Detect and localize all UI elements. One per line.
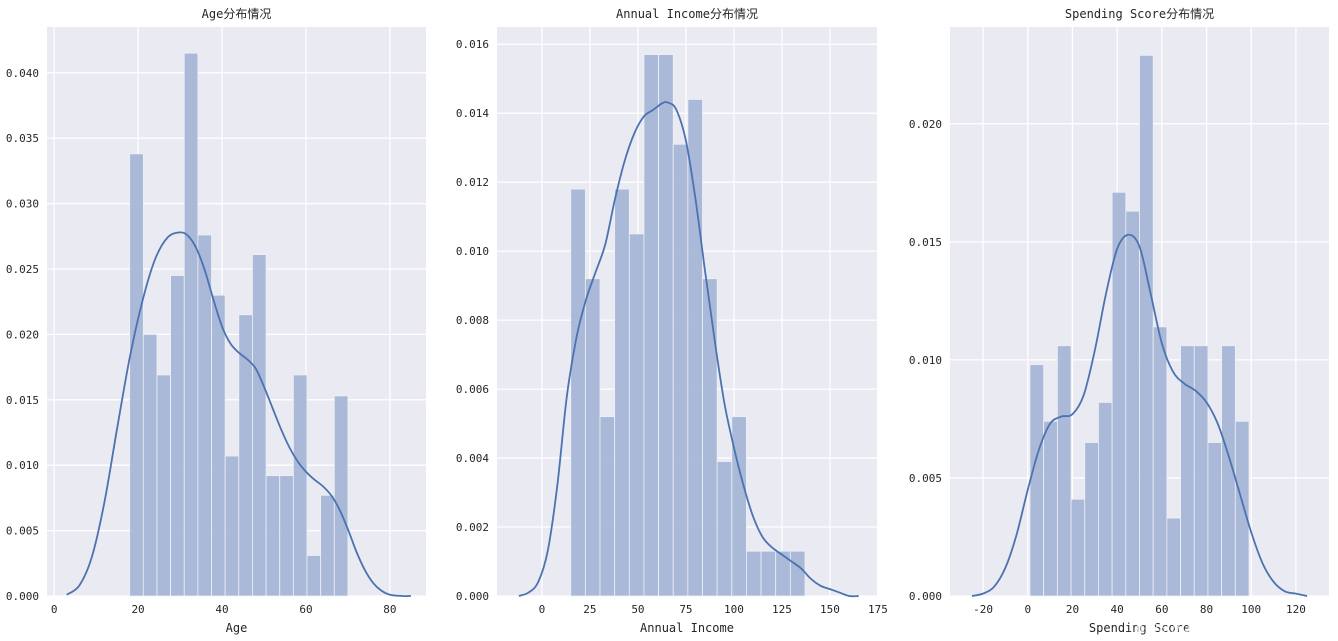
- histogram-bar: [1043, 420, 1058, 597]
- subplot-2: 0 25 50 75 100 125 150 175 0.000 0.002 0.004 0.006 0…: [456, 7, 888, 635]
- histogram-bar: [252, 254, 267, 597]
- histogram-bar: [129, 153, 144, 597]
- histogram-bar: [170, 275, 185, 597]
- histogram-bar: [599, 416, 616, 597]
- histogram-bar: [1029, 364, 1045, 597]
- y-tick-label: 0.016: [456, 38, 489, 51]
- x-tick-label: 0: [1024, 603, 1031, 616]
- histogram-bar: [1234, 420, 1250, 597]
- histogram-bar: [775, 550, 791, 597]
- x-axis-label: Annual Income: [640, 621, 734, 635]
- histogram-bar: [1098, 401, 1113, 597]
- y-tick-label: 0.020: [909, 118, 942, 131]
- x-tick-label: -20: [973, 603, 993, 616]
- x-tick-label: 80: [383, 603, 396, 616]
- y-tick-label: 0.010: [6, 459, 39, 472]
- y-tick-label: 0.012: [456, 176, 489, 189]
- histogram-bar: [333, 395, 349, 597]
- figure: 0 20 40 60 80 0.000 0.005 0.010 0.015 0.020 0.025 0…: [6, 7, 1338, 636]
- chart-title: Age分布情况: [202, 7, 272, 21]
- histogram-bar: [156, 374, 172, 597]
- x-tick-label: 40: [215, 603, 228, 616]
- x-axis-label: Age: [226, 621, 248, 635]
- histogram-bar: [211, 294, 226, 597]
- x-tick-label: 100: [1241, 603, 1261, 616]
- histogram-bar: [746, 550, 762, 597]
- y-tick-label: 0.025: [6, 263, 39, 276]
- y-tick-label: 0.002: [456, 521, 489, 534]
- x-tick-label: 60: [299, 603, 312, 616]
- y-tick-label: 0.030: [6, 198, 39, 211]
- y-tick-label: 0.000: [456, 590, 489, 603]
- x-tick-label: 40: [1111, 603, 1124, 616]
- histogram-bar: [183, 52, 199, 597]
- histogram-bar: [1207, 442, 1223, 597]
- histogram-bar: [1193, 345, 1209, 597]
- histogram-bar: [789, 550, 806, 597]
- x-tick-label: 75: [679, 603, 692, 616]
- y-tick-label: 0.008: [456, 314, 489, 327]
- x-tick-label: 175: [868, 603, 888, 616]
- histogram-bar: [1166, 517, 1181, 597]
- x-tick-label: 25: [583, 603, 596, 616]
- histogram-bar: [279, 475, 294, 597]
- x-tick-label: 20: [1066, 603, 1079, 616]
- histogram-bar: [760, 550, 777, 597]
- histogram-bar: [1056, 345, 1072, 597]
- histogram-bar: [292, 374, 308, 597]
- histogram-bar: [1111, 191, 1127, 597]
- histogram-bar: [716, 461, 733, 597]
- y-tick-label: 0.015: [6, 394, 39, 407]
- histogram-bar: [658, 54, 674, 597]
- y-tick-label: 0.035: [6, 132, 39, 145]
- x-tick-label: 100: [724, 603, 744, 616]
- x-tick-label: 80: [1200, 603, 1213, 616]
- x-tick-label: 60: [1155, 603, 1168, 616]
- y-tick-label: 0.040: [6, 67, 39, 80]
- x-tick-label: 20: [131, 603, 144, 616]
- y-tick-label: 0.000: [909, 590, 942, 603]
- histogram-bar: [1139, 54, 1154, 597]
- x-tick-label: 0: [539, 603, 546, 616]
- y-tick-label: 0.004: [456, 452, 489, 465]
- histogram-bar: [142, 333, 158, 597]
- histogram-bar: [643, 54, 659, 597]
- histogram-bar: [1152, 326, 1168, 597]
- histogram-bar: [702, 278, 718, 597]
- subplot-3: -20 0 20 40 60 80 100 120 0.000 0.005 0.010 0.015 0.…: [909, 7, 1329, 635]
- histogram-bar: [265, 475, 281, 597]
- histogram-bar: [628, 233, 645, 597]
- histogram-bar: [584, 278, 601, 597]
- x-tick-label: 120: [1286, 603, 1306, 616]
- histogram-bar: [1125, 210, 1140, 597]
- histogram-bar: [306, 555, 322, 597]
- histogram-bar: [224, 455, 240, 597]
- y-tick-label: 0.020: [6, 328, 39, 341]
- histogram-bar: [672, 143, 689, 597]
- y-tick-label: 0.005: [6, 525, 39, 538]
- x-tick-label: 125: [772, 603, 792, 616]
- x-tick-label: 150: [820, 603, 840, 616]
- subplot-1: 0 20 40 60 80 0.000 0.005 0.010 0.015 0.020 0.025 0…: [6, 7, 426, 635]
- histogram-bar: [1084, 442, 1099, 597]
- y-tick-label: 0.015: [909, 236, 942, 249]
- histogram-bar: [320, 494, 335, 597]
- histogram-bar: [731, 416, 747, 597]
- chart-title: Spending Score分布情况: [1065, 7, 1214, 21]
- histogram-bar: [687, 99, 703, 597]
- histogram-bar: [1070, 498, 1086, 597]
- histogram-bar: [570, 188, 586, 597]
- y-tick-label: 0.010: [909, 354, 942, 367]
- y-tick-label: 0.014: [456, 107, 489, 120]
- histogram-bar: [614, 188, 630, 597]
- chart-title: Annual Income分布情况: [616, 7, 758, 21]
- y-tick-label: 0.010: [456, 245, 489, 258]
- y-tick-label: 0.000: [6, 590, 39, 603]
- x-tick-label: 0: [51, 603, 58, 616]
- x-tick-label: 50: [631, 603, 644, 616]
- y-tick-label: 0.005: [909, 472, 942, 485]
- watermark-text: https://blog.csdn.net/lam_yx: [1130, 617, 1338, 636]
- y-tick-label: 0.006: [456, 383, 489, 396]
